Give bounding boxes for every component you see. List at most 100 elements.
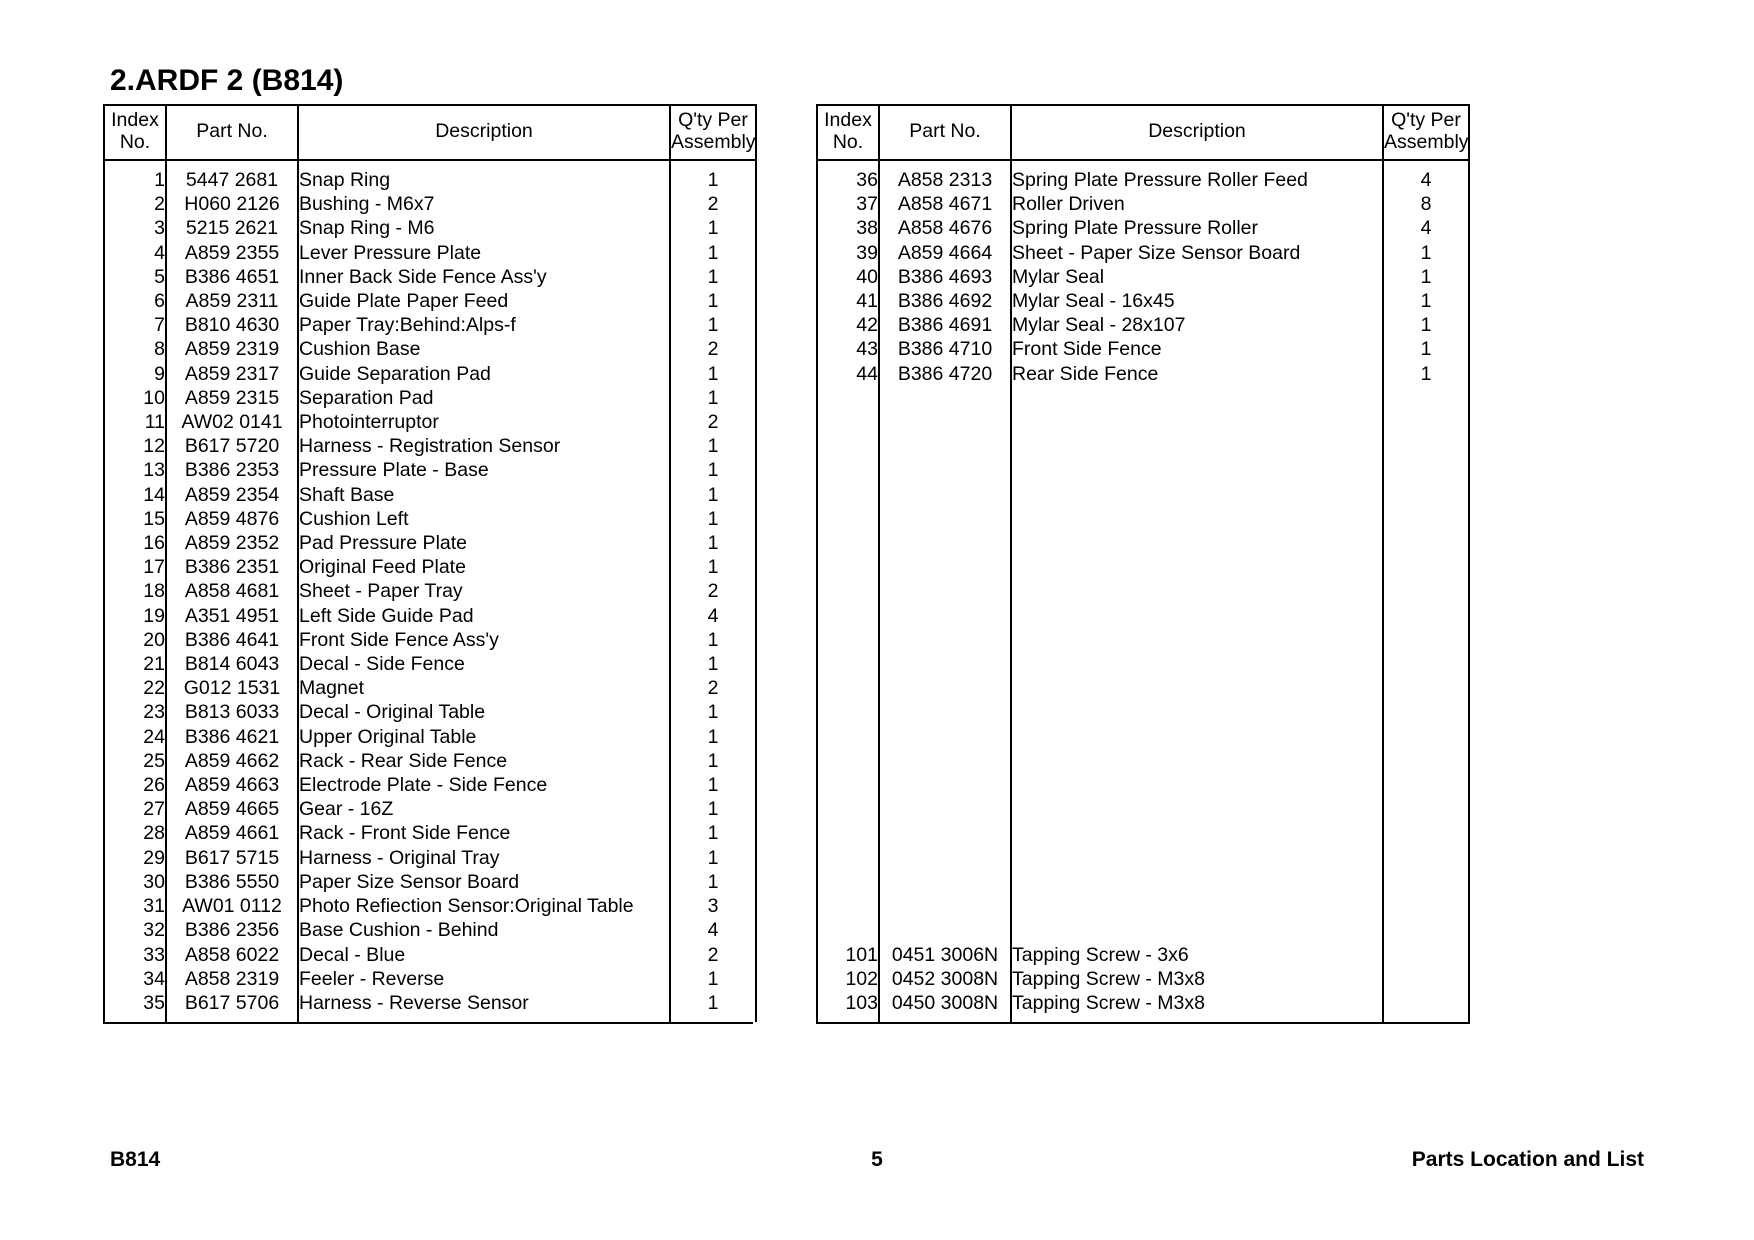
cell-index: 7 (103, 313, 167, 338)
cell-index: 40 (816, 264, 880, 290)
cell-part-no: 5447 2681 (165, 168, 299, 193)
table-row (816, 627, 1470, 653)
cell-qty (1382, 531, 1470, 556)
cell-qty: 1 (1382, 240, 1470, 265)
cell-index: 39 (816, 240, 880, 265)
cell-index: 10 (103, 385, 167, 411)
table-row: 21 B814 6043 Decal - Side Fence 1 (103, 652, 757, 677)
cell-description (1010, 869, 1384, 895)
cell-description: Harness - Original Tray (297, 845, 671, 870)
index-header-line2: No. (119, 131, 151, 153)
cell-qty: 3 (669, 894, 757, 919)
table-row: 23 B813 6033 Decal - Original Table 1 (103, 700, 757, 725)
cell-qty (1382, 821, 1470, 846)
cell-part-no (878, 869, 1012, 895)
cell-index: 8 (103, 337, 167, 362)
cell-part-no: A859 4876 (165, 506, 299, 532)
right-table-body: 36 A858 2313 Spring Plate Pressure Roller … (816, 160, 1470, 1023)
cell-description: Upper Original Table (297, 724, 671, 749)
cell-part-no: A859 2354 (165, 482, 299, 507)
cell-description (1010, 579, 1384, 604)
cell-index (816, 894, 880, 919)
cell-part-no: A859 4663 (165, 773, 299, 798)
cell-index: 35 (103, 990, 167, 1016)
cell-part-no: B386 4720 (878, 361, 1012, 386)
table-row: 14 A859 2354 Shaft Base 1 (103, 482, 757, 507)
cell-index: 18 (103, 579, 167, 604)
qty-header-line1: Q'ty Per (1391, 109, 1461, 132)
cell-description: Separation Pad (297, 385, 671, 411)
cell-qty (1382, 724, 1470, 749)
column-header-qty: Q'ty Per Assembly (1382, 104, 1470, 161)
cell-part-no: A859 2311 (165, 289, 299, 314)
cell-index: 36 (816, 168, 880, 193)
cell-part-no: A859 2315 (165, 385, 299, 411)
cell-qty: 4 (669, 603, 757, 628)
cell-part-no: A858 2319 (165, 966, 299, 991)
cell-part-no (878, 652, 1012, 677)
table-spacer-row (816, 1015, 1470, 1023)
table-row (816, 482, 1470, 507)
cell-description: Decal - Blue (297, 942, 671, 967)
cell-qty: 1 (1382, 337, 1470, 362)
table-row: 15 A859 4876 Cushion Left 1 (103, 506, 757, 532)
table-row: 19 A351 4951 Left Side Guide Pad 4 (103, 603, 757, 628)
column-header-part-no: Part No. (165, 104, 299, 161)
table-row (816, 579, 1470, 604)
cell-index: 19 (103, 603, 167, 628)
table-row: 44 B386 4720 Rear Side Fence 1 (816, 361, 1470, 386)
cell-part-no: A859 2319 (165, 337, 299, 362)
cell-index: 37 (816, 192, 880, 217)
cell-index: 14 (103, 482, 167, 507)
cell-description: Decal - Side Fence (297, 652, 671, 677)
cell-description (1010, 652, 1384, 677)
cell-qty: 1 (669, 555, 757, 580)
cell-index: 15 (103, 506, 167, 532)
cell-index: 26 (103, 773, 167, 798)
cell-description: Photo Refiection Sensor:Original Table (297, 894, 671, 919)
cell-description (1010, 821, 1384, 846)
cell-index (816, 434, 880, 459)
cell-part-no (878, 627, 1012, 653)
cell-part-no (878, 458, 1012, 483)
table-row: 8 A859 2319 Cushion Base 2 (103, 337, 757, 362)
cell-index: 32 (103, 918, 167, 943)
cell-index: 20 (103, 627, 167, 653)
cell-qty: 1 (669, 724, 757, 749)
cell-part-no: G012 1531 (165, 676, 299, 701)
cell-part-no: B386 4621 (165, 724, 299, 749)
cell-part-no: AW02 0141 (165, 410, 299, 435)
cell-part-no: 0450 3008N (878, 990, 1012, 1016)
cell-qty: 1 (669, 506, 757, 532)
table-row: 33 A858 6022 Decal - Blue 2 (103, 942, 757, 967)
cell-index (816, 458, 880, 483)
cell-qty: 1 (669, 458, 757, 483)
cell-qty (1382, 627, 1470, 653)
cell-qty: 1 (1382, 289, 1470, 314)
table-row: 42 B386 4691 Mylar Seal - 28x107 1 (816, 313, 1470, 338)
cell-part-no: A859 2352 (165, 531, 299, 556)
qty-header-line2: Assembly (671, 131, 756, 153)
table-row: 38 A858 4676 Spring Plate Pressure Roller 4 (816, 216, 1470, 241)
cell-part-no: B386 2356 (165, 918, 299, 943)
cell-part-no (878, 531, 1012, 556)
cell-index: 42 (816, 313, 880, 338)
cell-index: 25 (103, 748, 167, 774)
cell-index: 34 (103, 966, 167, 991)
table-row: 101 0451 3006N Tapping Screw - 3x6 (816, 942, 1470, 967)
cell-description (1010, 748, 1384, 774)
cell-part-no (878, 724, 1012, 749)
table-row: 36 A858 2313 Spring Plate Pressure Roller … (816, 168, 1470, 193)
cell-part-no: B814 6043 (165, 652, 299, 677)
cell-index: 2 (103, 192, 167, 217)
table-row (816, 652, 1470, 677)
cell-part-no: B386 5550 (165, 869, 299, 895)
cell-description: Mylar Seal - 28x107 (1010, 313, 1384, 338)
cell-description: Rack - Rear Side Fence (297, 748, 671, 774)
cell-qty: 2 (669, 410, 757, 435)
cell-part-no (878, 385, 1012, 411)
cell-part-no (878, 821, 1012, 846)
cell-qty (1382, 773, 1470, 798)
table-row (816, 555, 1470, 580)
cell-index: 28 (103, 821, 167, 846)
